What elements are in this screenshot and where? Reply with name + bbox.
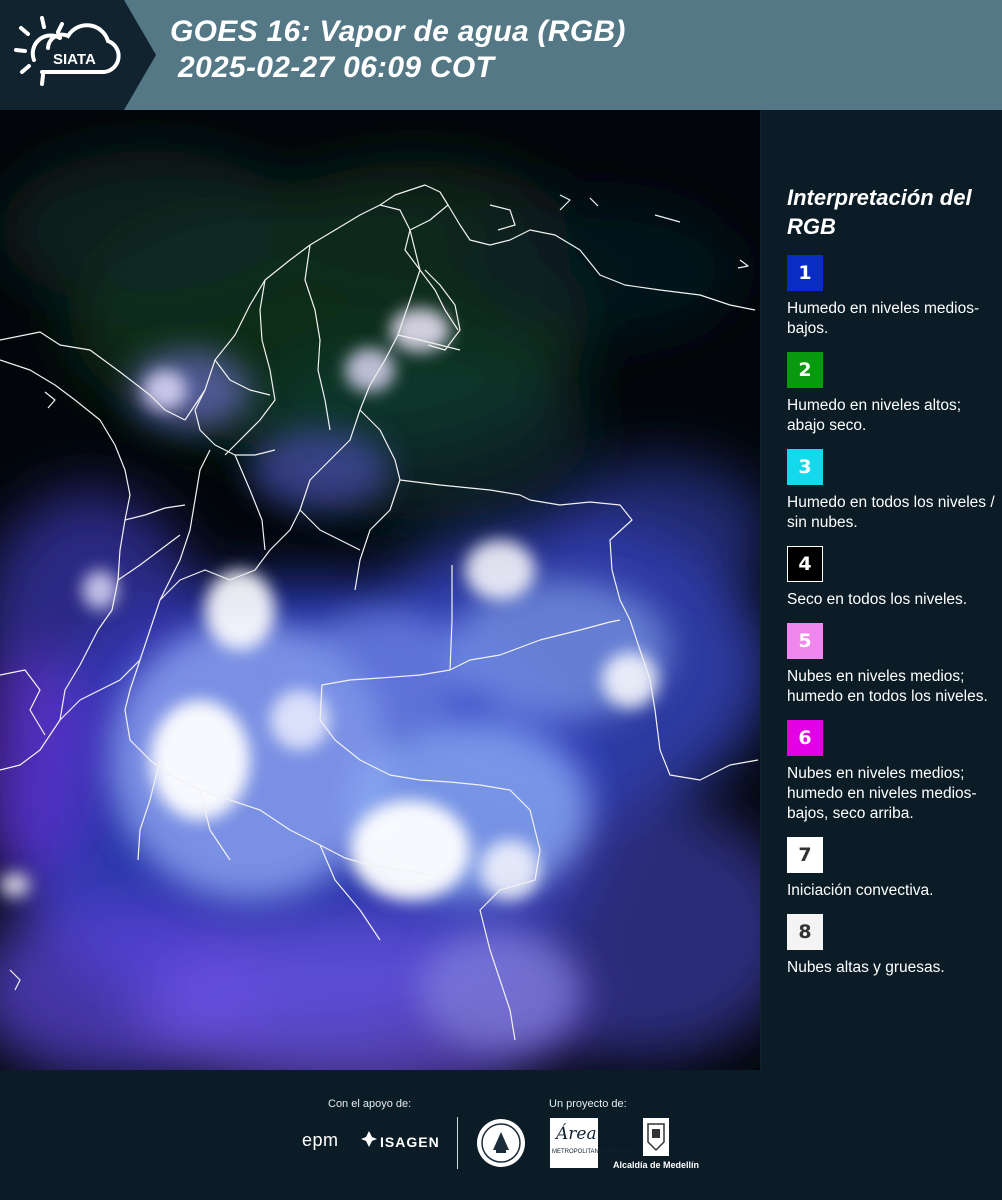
legend-title: Interpretación del RGB — [787, 185, 972, 239]
legend-description: Nubes altas y gruesas. — [787, 959, 945, 976]
legend-item: 2 Humedo en niveles altos; abajo seco. — [787, 352, 997, 436]
area-logo-subtitle: METROPOLITANA Valle de Aburrá — [552, 1149, 645, 1155]
legend-item: 6 Nubes en niveles medios; humedo en nive… — [787, 720, 997, 824]
title-block: GOES 16: Vapor de agua (RGB) 2025-02-27 … — [170, 14, 626, 86]
header-bar: SIATA GOES 16: Vapor de agua (RGB) 2025-… — [0, 0, 1002, 110]
legend-description: Humedo en niveles medios-bajos. — [787, 300, 980, 337]
legend-swatch: 4 — [787, 546, 823, 582]
project-label: Un proyecto de: — [549, 1098, 627, 1110]
legend-description: Humedo en niveles altos; abajo seco. — [787, 397, 962, 434]
map-edge-divider — [760, 110, 761, 1070]
legend-description: Humedo en todos los niveles / sin nubes. — [787, 494, 995, 531]
legend-description: Nubes en niveles medios; humedo en nivel… — [787, 765, 977, 822]
legend-swatch: 7 — [787, 837, 823, 873]
rgb-legend: Interpretación del RGB 1 Humedo en nivele… — [787, 183, 997, 991]
legend-item: 4 Seco en todos los niveles. — [787, 546, 997, 610]
legend-swatch: 8 — [787, 914, 823, 950]
legend-item: 1 Humedo en niveles medios-bajos. — [787, 255, 997, 339]
area-metropolitana-logo[interactable]: Área METROPOLITANA Valle de Aburrá — [550, 1118, 645, 1168]
legend-items: 1 Humedo en niveles medios-bajos. 2 Humedo … — [787, 255, 997, 978]
footer: Con el apoyo de: Un proyecto de: epm ISA… — [0, 1070, 1002, 1200]
legend-swatch: 3 — [787, 449, 823, 485]
legend-swatch: 6 — [787, 720, 823, 756]
map-canvas — [0, 110, 760, 1070]
sun-cloud-logo-icon: SIATA — [14, 16, 121, 86]
university-seal-icon[interactable] — [476, 1118, 526, 1168]
logo-text: SIATA — [53, 51, 96, 68]
alcaldia-shield-icon[interactable] — [643, 1118, 669, 1156]
page-title: GOES 16: Vapor de agua (RGB) — [170, 15, 626, 48]
siata-logo[interactable]: SIATA — [0, 0, 156, 110]
legend-description: Nubes en niveles medios; humedo en todos… — [787, 668, 988, 705]
legend-description: Seco en todos los niveles. — [787, 591, 968, 608]
legend-item: 3 Humedo en todos los niveles / sin nubes… — [787, 449, 997, 533]
legend-item: 8 Nubes altas y gruesas. — [787, 914, 997, 978]
area-logo-script: Área — [556, 1124, 597, 1144]
epm-logo[interactable]: epm — [302, 1130, 339, 1151]
footer-divider — [457, 1117, 458, 1169]
satellite-map[interactable] — [0, 110, 760, 1070]
alcaldia-label: Alcaldía de Medellín — [613, 1160, 700, 1170]
legend-item: 7 Iniciación convectiva. — [787, 837, 997, 901]
support-label: Con el apoyo de: — [328, 1098, 412, 1110]
timestamp: 2025-02-27 06:09 COT — [178, 51, 495, 84]
legend-swatch: 1 — [787, 255, 823, 291]
legend-swatch: 5 — [787, 623, 823, 659]
legend-description: Iniciación convectiva. — [787, 882, 934, 899]
legend-item: 5 Nubes en niveles medios; humedo en todo… — [787, 623, 997, 707]
legend-swatch: 2 — [787, 352, 823, 388]
isagen-logo[interactable]: ISAGEN — [380, 1134, 440, 1150]
isagen-mark-icon — [361, 1131, 377, 1147]
